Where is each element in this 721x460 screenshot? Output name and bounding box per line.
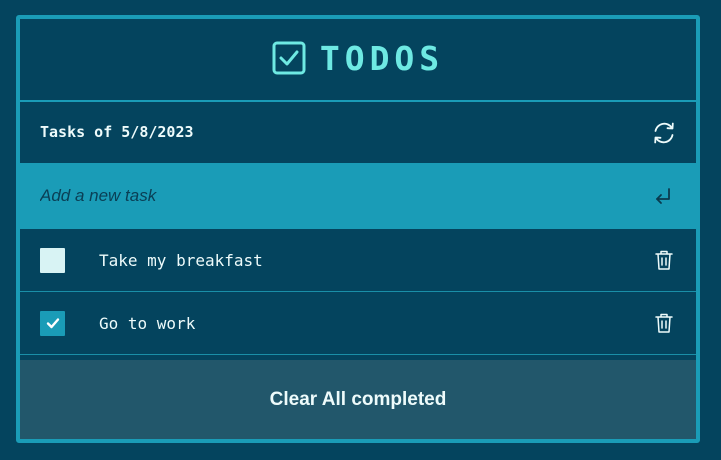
app-title: TODOS (319, 39, 445, 78)
task-checkbox[interactable] (40, 247, 65, 273)
task-label: Take my breakfast (99, 250, 263, 270)
task-checkbox[interactable] (40, 310, 65, 336)
new-task-bar (20, 163, 696, 229)
trash-icon[interactable] (653, 312, 675, 334)
task-item: Go to work (20, 292, 696, 355)
trash-icon[interactable] (653, 249, 675, 271)
task-item: Take my breakfast (20, 229, 696, 292)
enter-icon[interactable] (652, 185, 674, 207)
tasks-date-label: Tasks of 5/8/2023 (40, 122, 194, 141)
checkmark-icon (46, 318, 59, 329)
clear-completed-button[interactable]: Clear All completed (20, 360, 696, 439)
app-header: TODOS (20, 19, 696, 102)
checkbox-icon (272, 41, 306, 74)
new-task-input[interactable] (40, 186, 652, 206)
task-label: Go to work (99, 313, 196, 333)
todo-card: TODOS Tasks of 5/8/2023 Take my breakfas… (16, 15, 700, 443)
refresh-icon[interactable] (650, 119, 678, 147)
date-row: Tasks of 5/8/2023 (20, 102, 696, 163)
